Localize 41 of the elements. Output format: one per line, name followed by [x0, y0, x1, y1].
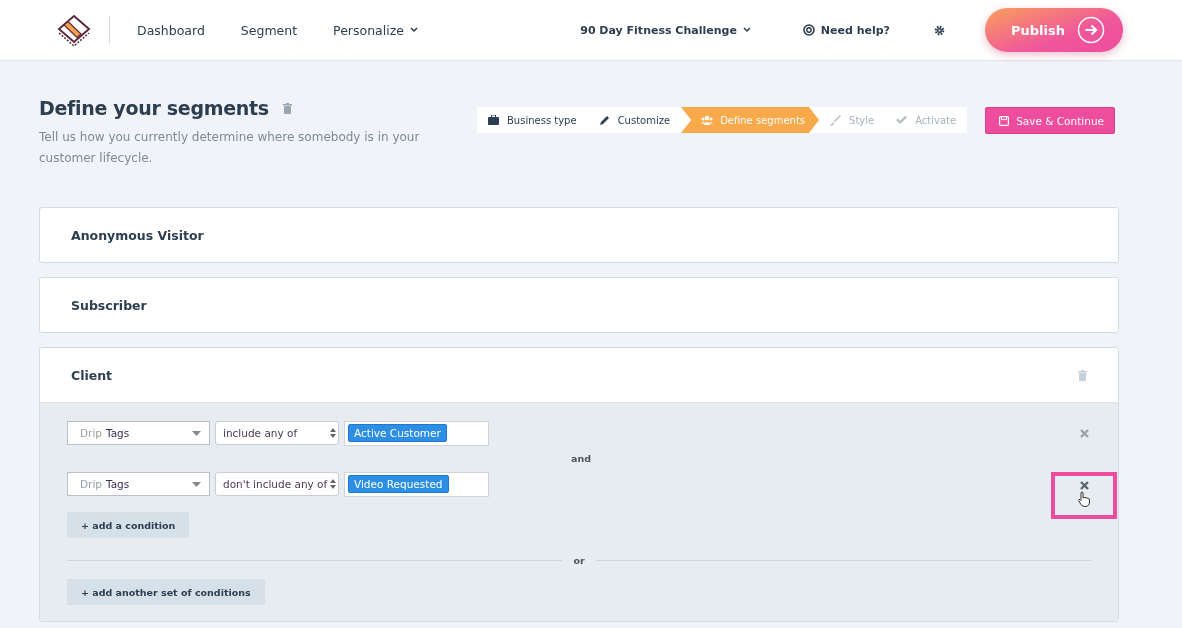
settings-icon[interactable] — [934, 24, 945, 36]
source-dropdown[interactable]: Drip Tags — [67, 472, 210, 496]
caret-down-icon — [192, 481, 201, 487]
add-condition-set-button[interactable]: + add another set of conditions — [67, 579, 265, 605]
project-dropdown[interactable]: 90 Day Fitness Challenge — [580, 23, 751, 37]
lifebuoy-icon — [802, 24, 815, 36]
wizard-step[interactable]: Customize — [587, 107, 682, 133]
logo-icon[interactable] — [56, 12, 92, 48]
pencil-icon — [598, 114, 611, 126]
page-description: Tell us how you currently determine where somebody is in your customer lifecycle. — [39, 129, 421, 167]
segment-name[interactable]: Anonymous Visitor — [71, 227, 204, 243]
operator-select[interactable]: don't include any of — [215, 472, 339, 496]
arrow-right-icon — [1077, 16, 1105, 44]
field-name: Tags — [106, 478, 130, 490]
nav-link[interactable]: Segment — [240, 22, 298, 38]
nav-link[interactable]: Dashboard — [137, 22, 205, 38]
chevron-down-icon — [742, 27, 751, 33]
sort-arrows-icon — [330, 428, 336, 438]
nav-link[interactable]: Personalize — [333, 22, 418, 38]
close-icon[interactable] — [1079, 480, 1089, 490]
segment-name[interactable]: Client — [71, 367, 113, 383]
help-link[interactable]: Need help? — [802, 23, 890, 37]
users-icon — [701, 114, 714, 126]
briefcase-icon — [488, 114, 500, 126]
check-icon — [896, 114, 909, 126]
page-title: Define your segments — [39, 97, 269, 119]
source-dropdown[interactable]: Drip Tags — [67, 421, 210, 445]
source-name: Drip — [80, 478, 102, 490]
joiner-label: and — [571, 453, 591, 464]
hand-cursor-icon — [1078, 490, 1090, 507]
wizard-step[interactable]: Business type — [477, 107, 588, 133]
operator-select[interactable]: include any of — [215, 421, 339, 445]
chevron-down-icon — [409, 27, 418, 33]
brush-icon — [830, 114, 843, 126]
segment-name[interactable]: Subscriber — [71, 297, 147, 313]
or-label: or — [573, 555, 585, 566]
sort-arrows-icon — [330, 479, 336, 489]
add-condition-button[interactable]: + add a condition — [67, 512, 190, 538]
source-name: Drip — [80, 427, 102, 439]
caret-down-icon — [192, 430, 201, 436]
field-name: Tags — [106, 427, 130, 439]
